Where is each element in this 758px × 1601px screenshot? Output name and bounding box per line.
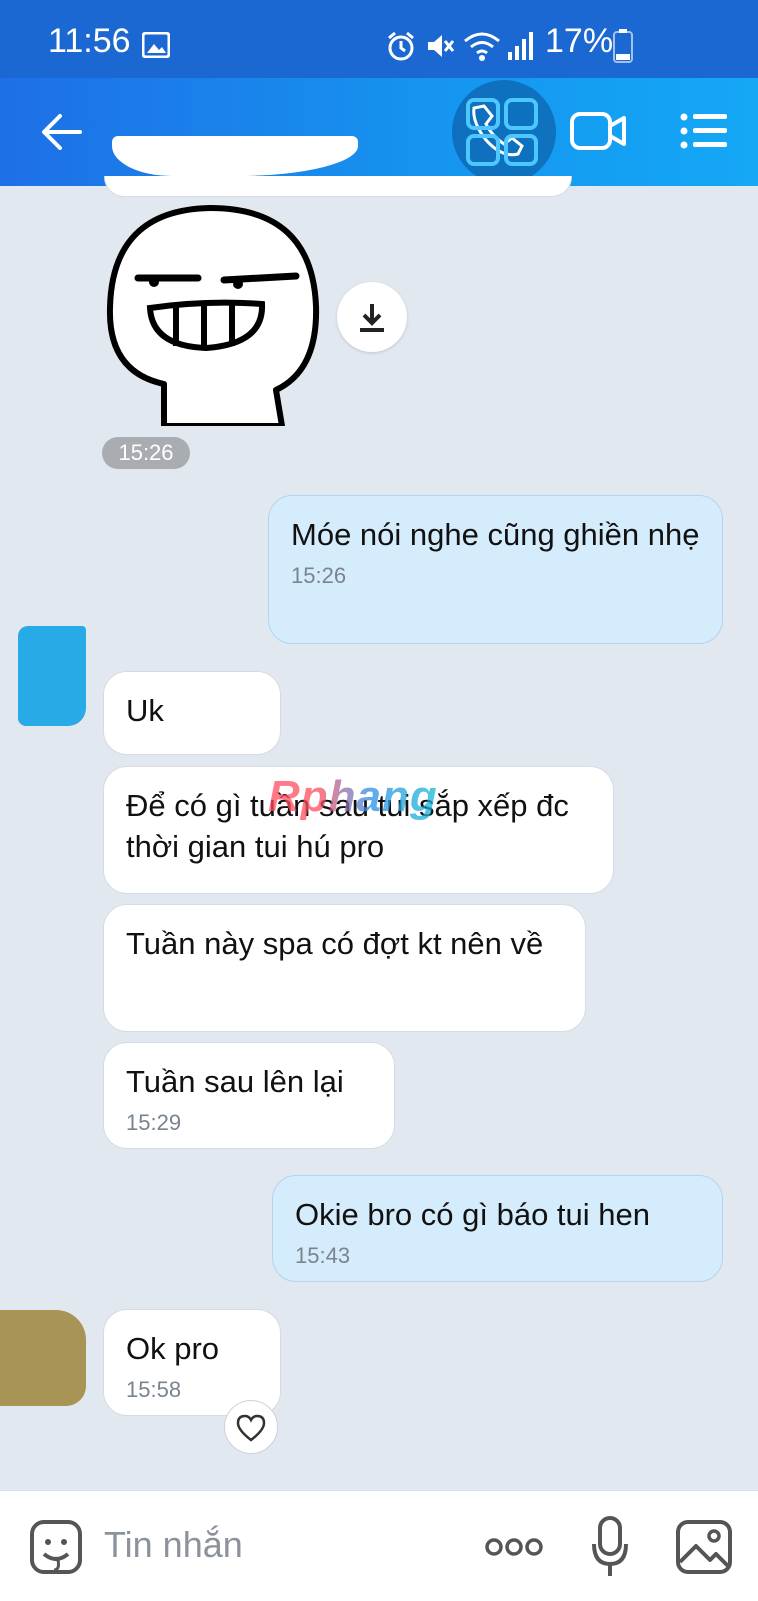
back-arrow-icon[interactable] xyxy=(40,112,84,152)
battery-icon xyxy=(613,29,633,63)
message-text: Okie bro có gì báo tui hen xyxy=(295,1197,651,1232)
phone-icon[interactable] xyxy=(466,98,542,166)
avatar[interactable] xyxy=(18,626,86,726)
outgoing-message[interactable]: Móe nói nghe cũng ghiền nhẹ 15:26 xyxy=(268,495,723,644)
alarm-icon xyxy=(388,31,414,61)
message-text: Tuần sau lên lại xyxy=(126,1064,344,1099)
message-text: Móe nói nghe cũng ghiền nhẹ xyxy=(291,517,700,552)
outgoing-message[interactable]: Okie bro có gì báo tui hen 15:43 xyxy=(272,1175,723,1282)
gallery-icon xyxy=(142,32,170,58)
download-icon xyxy=(360,304,384,332)
status-bar: 11:56 17% xyxy=(0,0,758,78)
timestamp-badge: 15:26 xyxy=(102,437,190,469)
message-time: 15:43 xyxy=(295,1243,351,1268)
previous-message-edge xyxy=(104,176,572,197)
incoming-message[interactable]: Tuần này spa có đợt kt nên về xyxy=(103,904,586,1032)
avatar[interactable] xyxy=(0,1310,86,1406)
signal-icon xyxy=(508,32,533,60)
list-menu-icon[interactable] xyxy=(680,112,728,150)
battery-percent: 17% xyxy=(545,22,614,60)
heart-icon xyxy=(236,1414,266,1442)
microphone-icon[interactable] xyxy=(590,1516,630,1578)
message-time: 15:26 xyxy=(291,563,347,588)
message-text: Tuần này spa có đợt kt nên về xyxy=(126,926,544,961)
mute-icon xyxy=(428,35,455,57)
message-input[interactable]: Tin nhắn xyxy=(104,1524,243,1566)
message-time: 15:58 xyxy=(126,1377,182,1402)
watermark-logo: Rphang xyxy=(268,772,438,821)
message-time: 15:29 xyxy=(126,1110,182,1135)
incoming-message[interactable]: Uk xyxy=(103,671,281,755)
status-time: 11:56 xyxy=(48,22,131,60)
chat-header xyxy=(0,78,758,186)
message-text: Ok pro xyxy=(126,1331,220,1366)
video-camera-icon[interactable] xyxy=(570,110,626,152)
incoming-message[interactable]: Tuần sau lên lại 15:29 xyxy=(103,1042,395,1149)
wifi-icon xyxy=(464,32,500,61)
grinning-face-sticker[interactable] xyxy=(106,204,326,426)
sticker-emoji-icon[interactable] xyxy=(30,1520,82,1576)
message-text: Uk xyxy=(126,693,164,728)
image-gallery-icon[interactable] xyxy=(676,1520,732,1574)
more-options-icon[interactable] xyxy=(484,1536,544,1558)
